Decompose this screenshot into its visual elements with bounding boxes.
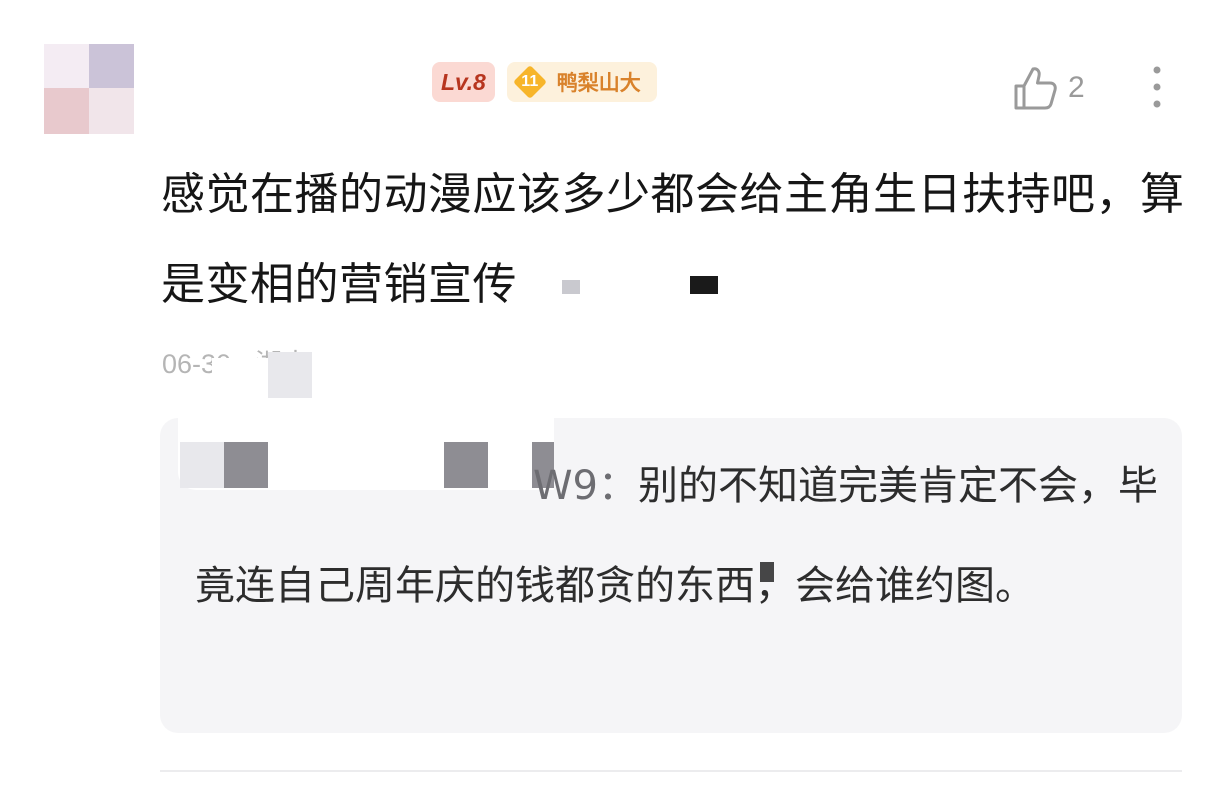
avatar[interactable] (44, 44, 134, 134)
fan-level-diamond-icon: 11 (513, 65, 547, 99)
thumbs-up-icon (1014, 67, 1057, 110)
fan-level-number: 11 (521, 73, 539, 90)
fan-medal-name: 鸭梨山大 (556, 71, 641, 95)
avatar-tile (89, 44, 134, 88)
redaction-mask (562, 280, 580, 294)
more-vertical-icon[interactable] (1146, 64, 1168, 112)
like-button[interactable]: 2 (1012, 62, 1085, 114)
reply-text: W9：别的不知道完美肯定不会，毕竟连自己周年庆的钱都贪的东西，会给谁约图。 (195, 436, 1160, 636)
redaction-mask (690, 276, 718, 294)
user-badges: Lv.8 11 鸭梨山大 (432, 61, 657, 103)
avatar-tile (44, 44, 89, 88)
reply-author[interactable]: W9： (533, 463, 638, 509)
level-badge: Lv.8 (432, 62, 495, 102)
fan-medal-badge[interactable]: 11 鸭梨山大 (506, 62, 657, 102)
redaction-mask (268, 352, 312, 398)
redaction-mask (760, 562, 774, 582)
divider (160, 770, 1182, 772)
like-count: 2 (1068, 71, 1085, 104)
avatar-tile (89, 88, 134, 134)
reply-content: 别的不知道完美肯定不会，毕竟连自己周年庆的钱都贪的东西，会给谁约图。 (195, 463, 1158, 609)
avatar-tile (44, 88, 89, 134)
